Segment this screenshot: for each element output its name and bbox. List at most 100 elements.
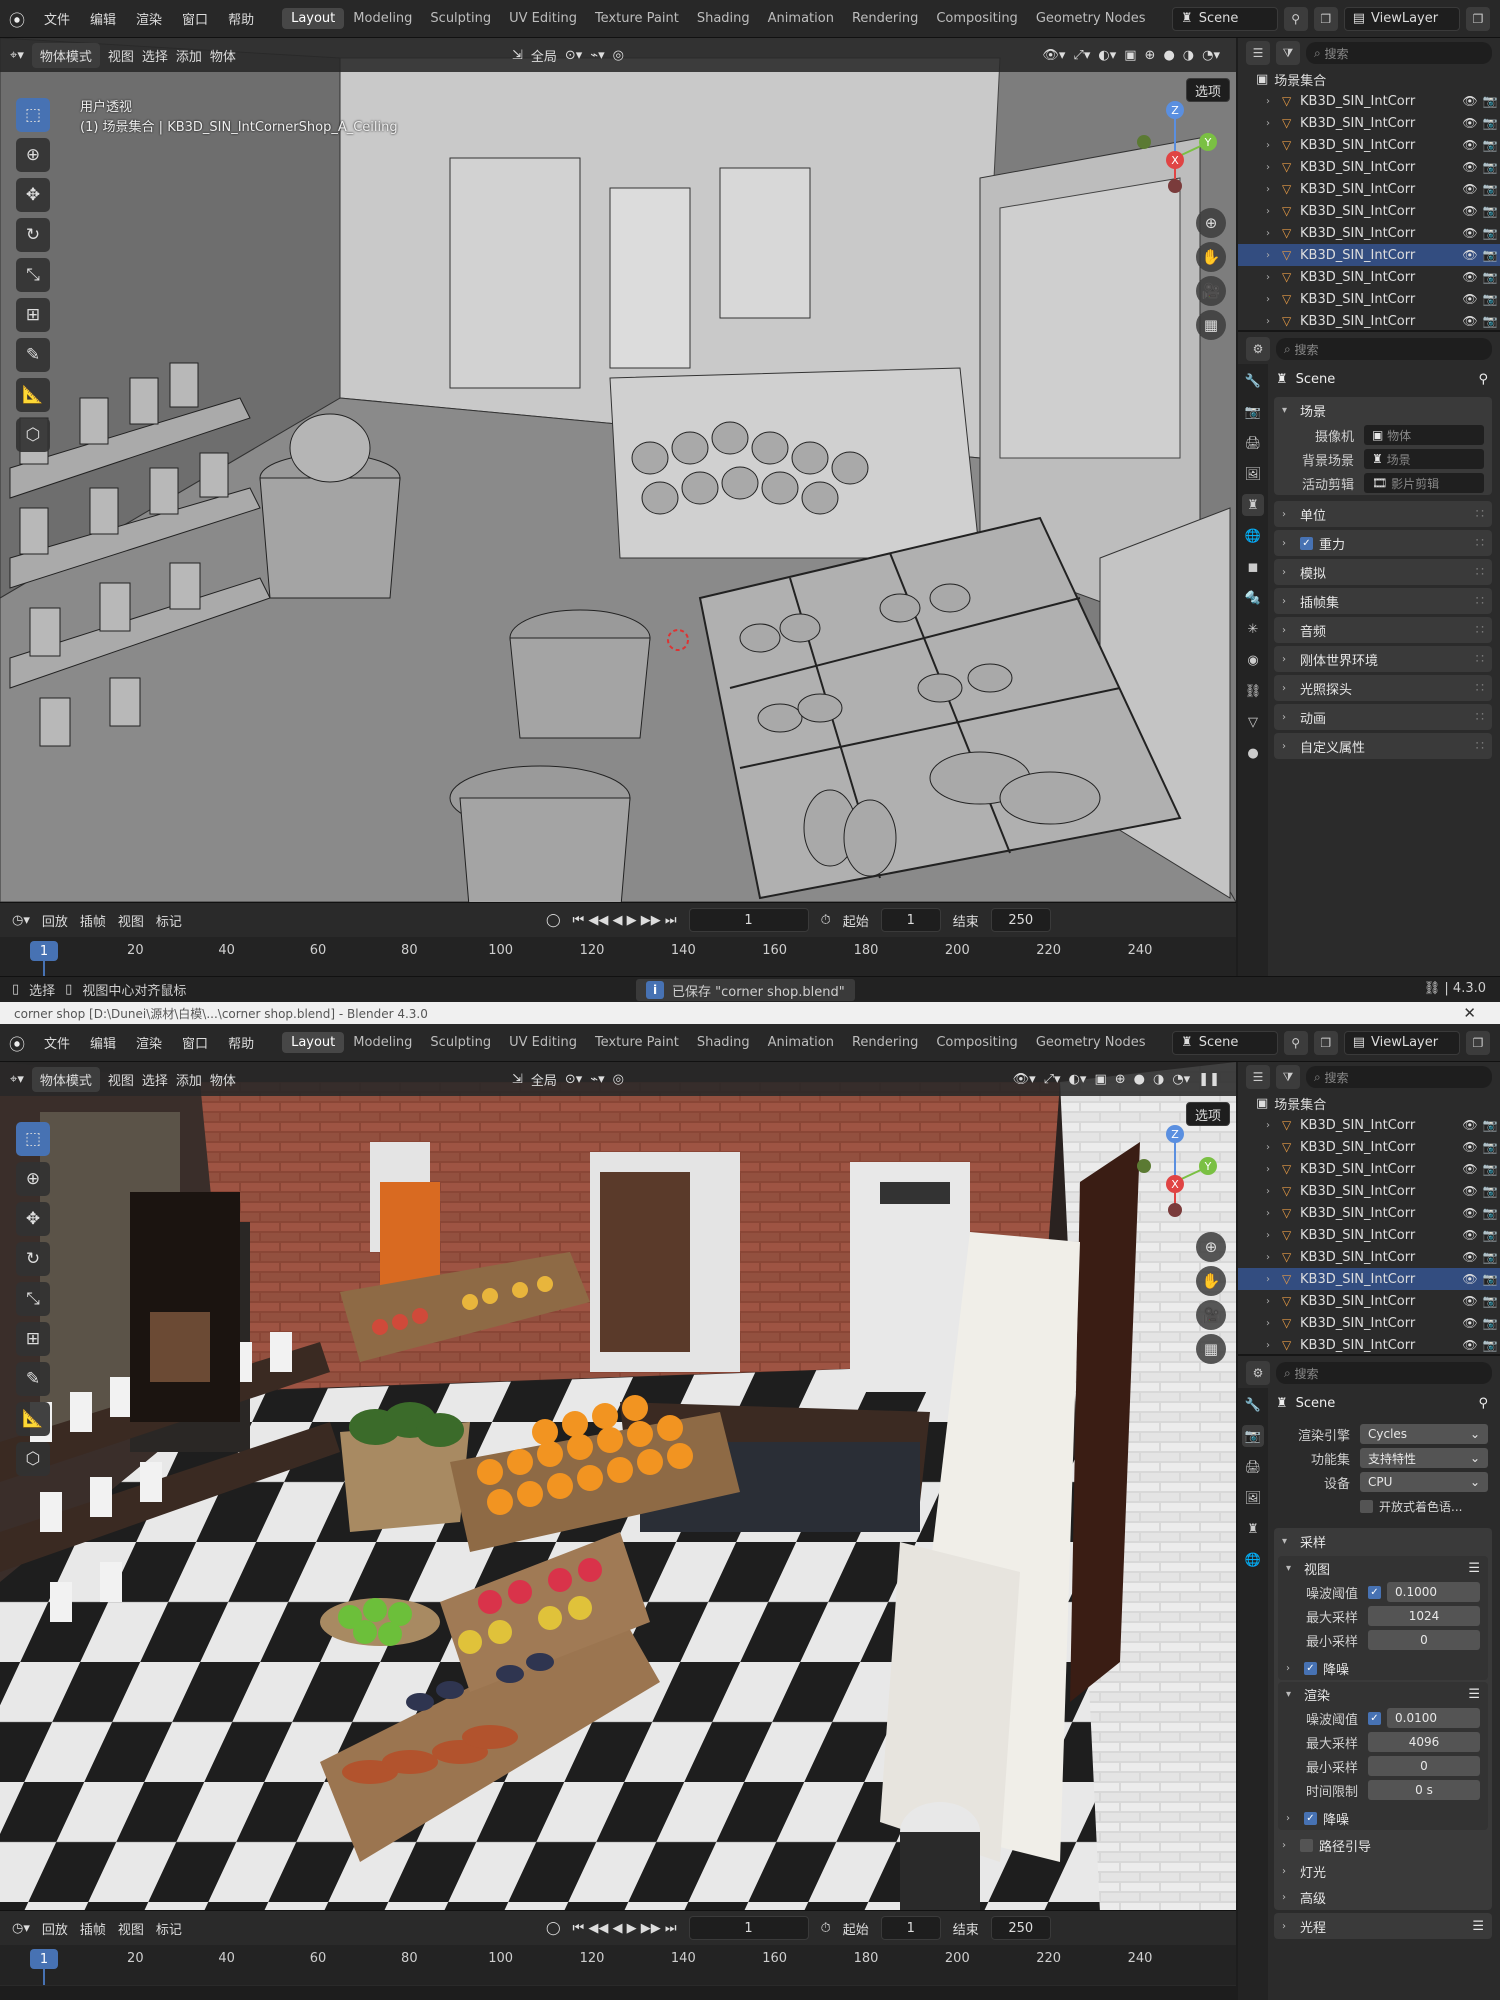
gizmo-toggle-icon[interactable]: ⤢▾ <box>1073 48 1090 63</box>
modifier-tab-icon[interactable]: 🔩 <box>1242 587 1264 609</box>
camera-icon[interactable]: 📷 <box>1480 138 1500 152</box>
start-frame-field[interactable]: 1 <box>880 1916 941 1940</box>
scene-collection-row[interactable]: ▣ 场景集合 <box>1238 1092 1500 1114</box>
cursor-tool-icon[interactable]: ⊕ <box>16 1162 50 1196</box>
subpanel-header[interactable]: › 单位 ∷ <box>1274 501 1492 527</box>
menu-view[interactable]: 视图 <box>108 1070 134 1089</box>
end-frame-field[interactable]: 250 <box>990 1916 1051 1940</box>
expand-arrow-icon[interactable]: › <box>1266 1340 1282 1351</box>
camera-icon[interactable]: 📷 <box>1480 1140 1500 1154</box>
playback-menu[interactable]: 回放 <box>42 911 68 930</box>
sampling-header[interactable]: ▾ 采样 <box>1274 1528 1492 1554</box>
lights-header[interactable]: › 灯光 <box>1274 1858 1492 1884</box>
eye-icon[interactable]: 👁 <box>1460 138 1480 152</box>
timeline-editor-icon[interactable]: ◷▾ <box>12 913 30 928</box>
measure-tool-icon[interactable]: 📐 <box>16 1402 50 1436</box>
rotate-tool-icon[interactable]: ↻ <box>16 218 50 252</box>
expand-arrow-icon[interactable]: › <box>1266 1120 1282 1131</box>
camera-icon[interactable]: 📷 <box>1480 160 1500 174</box>
expand-arrow-icon[interactable]: › <box>1266 272 1282 283</box>
eye-icon[interactable]: 👁 <box>1460 94 1480 108</box>
vp-noise-checkbox[interactable]: ✓ <box>1368 1585 1381 1599</box>
tab-uv-editing[interactable]: UV Editing <box>500 1032 586 1053</box>
outliner-row[interactable]: › ▽ KB3D_SIN_IntCorr 👁 📷 <box>1238 90 1500 112</box>
expand-arrow-icon[interactable]: › <box>1266 118 1282 129</box>
vp-denoise-header[interactable]: › ✓ 降噪 <box>1278 1656 1488 1680</box>
eye-icon[interactable]: 👁 <box>1460 1250 1480 1264</box>
drag-handle-icon[interactable]: ∷ <box>1476 623 1484 638</box>
solid-shading-icon[interactable]: ● <box>1163 48 1174 63</box>
expand-arrow-icon[interactable]: › <box>1266 1142 1282 1153</box>
expand-arrow-icon[interactable]: › <box>1266 206 1282 217</box>
tab-layout[interactable]: Layout <box>282 8 345 29</box>
world-tab-icon[interactable]: 🌐 <box>1242 525 1264 547</box>
playback-controls[interactable]: ⏮ ◀◀ ◀ ▶ ▶▶ ⏭ <box>573 1921 677 1936</box>
transform-tool-icon[interactable]: ⊞ <box>16 1322 50 1356</box>
physics-tab-icon[interactable]: ◉ <box>1242 649 1264 671</box>
marker-menu[interactable]: 标记 <box>156 1919 182 1938</box>
outliner-row[interactable]: › ▽ KB3D_SIN_IntCorr 👁 📷 <box>1238 310 1500 332</box>
expand-arrow-icon[interactable]: › <box>1266 1208 1282 1219</box>
timeline-editor-icon[interactable]: ◷▾ <box>12 1921 30 1936</box>
move-tool-icon[interactable]: ✥ <box>16 178 50 212</box>
menu-select[interactable]: 选择 <box>142 46 168 65</box>
frame-ruler[interactable]: 1 20 40 60 80 100 120 140 160 180 200 220 240 <box>0 1945 1236 1985</box>
pan-hand-icon[interactable]: ✋ <box>1196 1266 1226 1296</box>
scene-selector[interactable]: ♜ Scene <box>1172 6 1278 31</box>
drag-handle-icon[interactable]: ∷ <box>1476 681 1484 696</box>
camera-icon[interactable]: 📷 <box>1480 226 1500 240</box>
eye-icon[interactable]: 👁 <box>1460 1272 1480 1286</box>
expand-arrow-icon[interactable]: › <box>1266 96 1282 107</box>
subpanel-header[interactable]: › 光照探头 ∷ <box>1274 675 1492 701</box>
pivot-icon[interactable]: ⊙▾ <box>565 48 582 63</box>
light-paths-header[interactable]: › 光程 ☰ <box>1274 1913 1492 1939</box>
camera-icon[interactable]: 📷 <box>1480 1316 1500 1330</box>
vp-max-field[interactable]: 1024 <box>1368 1606 1480 1626</box>
eye-icon[interactable]: 👁 <box>1460 270 1480 284</box>
material-tab-icon[interactable]: ● <box>1242 742 1264 764</box>
scene-tab-icon[interactable]: ♜ <box>1242 1518 1264 1540</box>
3d-viewport-rendered[interactable]: ⌖▾ 物体模式 视图 选择 添加 物体 ⇲ 全局 ⊙▾ ⌁▾ ◎ 👁▾ ⤢▾ ◐… <box>0 1062 1236 1912</box>
proportional-edit-icon[interactable]: ◎ <box>613 1072 624 1087</box>
vp-denoise-checkbox[interactable]: ✓ <box>1304 1661 1317 1675</box>
camera-icon[interactable]: 📷 <box>1480 270 1500 284</box>
outliner-row[interactable]: › ▽ KB3D_SIN_IntCorr 👁 📷 <box>1238 178 1500 200</box>
outliner-row[interactable]: › ▽ KB3D_SIN_IntCorr 👁 📷 <box>1238 1158 1500 1180</box>
r-max-field[interactable]: 4096 <box>1368 1732 1480 1752</box>
tool-tab-icon[interactable]: 🔧 <box>1242 370 1264 392</box>
zoom-icon[interactable]: ⊕ <box>1196 208 1226 238</box>
expand-arrow-icon[interactable]: › <box>1266 1164 1282 1175</box>
expand-arrow-icon[interactable]: › <box>1266 228 1282 239</box>
expand-arrow-icon[interactable]: › <box>1266 1296 1282 1307</box>
drag-handle-icon[interactable]: ∷ <box>1476 565 1484 580</box>
eye-icon[interactable]: 👁 <box>1460 314 1480 328</box>
perspective-grid-icon[interactable]: ▦ <box>1196 1334 1226 1364</box>
playback-menu[interactable]: 回放 <box>42 1919 68 1938</box>
outliner-row[interactable]: › ▽ KB3D_SIN_IntCorr 👁 📷 <box>1238 112 1500 134</box>
drag-handle-icon[interactable]: ∷ <box>1476 652 1484 667</box>
wireframe-shading-icon[interactable]: ⊕ <box>1145 48 1156 63</box>
pin-icon[interactable]: ⚲ <box>1478 1396 1488 1411</box>
outliner-search[interactable]: ⌕ 搜索 <box>1306 42 1492 64</box>
osl-checkbox[interactable] <box>1360 1499 1373 1513</box>
outliner-row[interactable]: › ▽ KB3D_SIN_IntCorr 👁 📷 <box>1238 156 1500 178</box>
expand-arrow-icon[interactable]: › <box>1266 162 1282 173</box>
stopwatch-icon[interactable]: ⏱ <box>821 1921 831 1936</box>
camera-icon[interactable]: 📷 <box>1480 1294 1500 1308</box>
menu-window[interactable]: 窗口 <box>172 1033 218 1052</box>
outliner-row[interactable]: › ▽ KB3D_SIN_IntCorr 👁 📷 <box>1238 1312 1500 1334</box>
eye-icon[interactable]: 👁 <box>1460 160 1480 174</box>
eye-icon[interactable]: 👁 <box>1460 1140 1480 1154</box>
select-box-tool-icon[interactable]: ⬚ <box>16 1122 50 1156</box>
transform-orientation-icon[interactable]: ⇲ <box>512 1072 523 1087</box>
expand-arrow-icon[interactable]: › <box>1266 184 1282 195</box>
tab-shading[interactable]: Shading <box>688 1032 759 1053</box>
transform-space-dropdown[interactable]: 全局 <box>531 1070 557 1089</box>
camera-icon[interactable]: 📷 <box>1480 1272 1500 1286</box>
expand-arrow-icon[interactable]: › <box>1266 140 1282 151</box>
menu-help[interactable]: 帮助 <box>218 9 264 28</box>
advanced-header[interactable]: › 高级 <box>1274 1884 1492 1910</box>
rotate-tool-icon[interactable]: ↻ <box>16 1242 50 1276</box>
outliner-row[interactable]: › ▽ KB3D_SIN_IntCorr 👁 📷 <box>1238 1224 1500 1246</box>
outliner-row[interactable]: › ▽ KB3D_SIN_IntCorr 👁 📷 <box>1238 1202 1500 1224</box>
